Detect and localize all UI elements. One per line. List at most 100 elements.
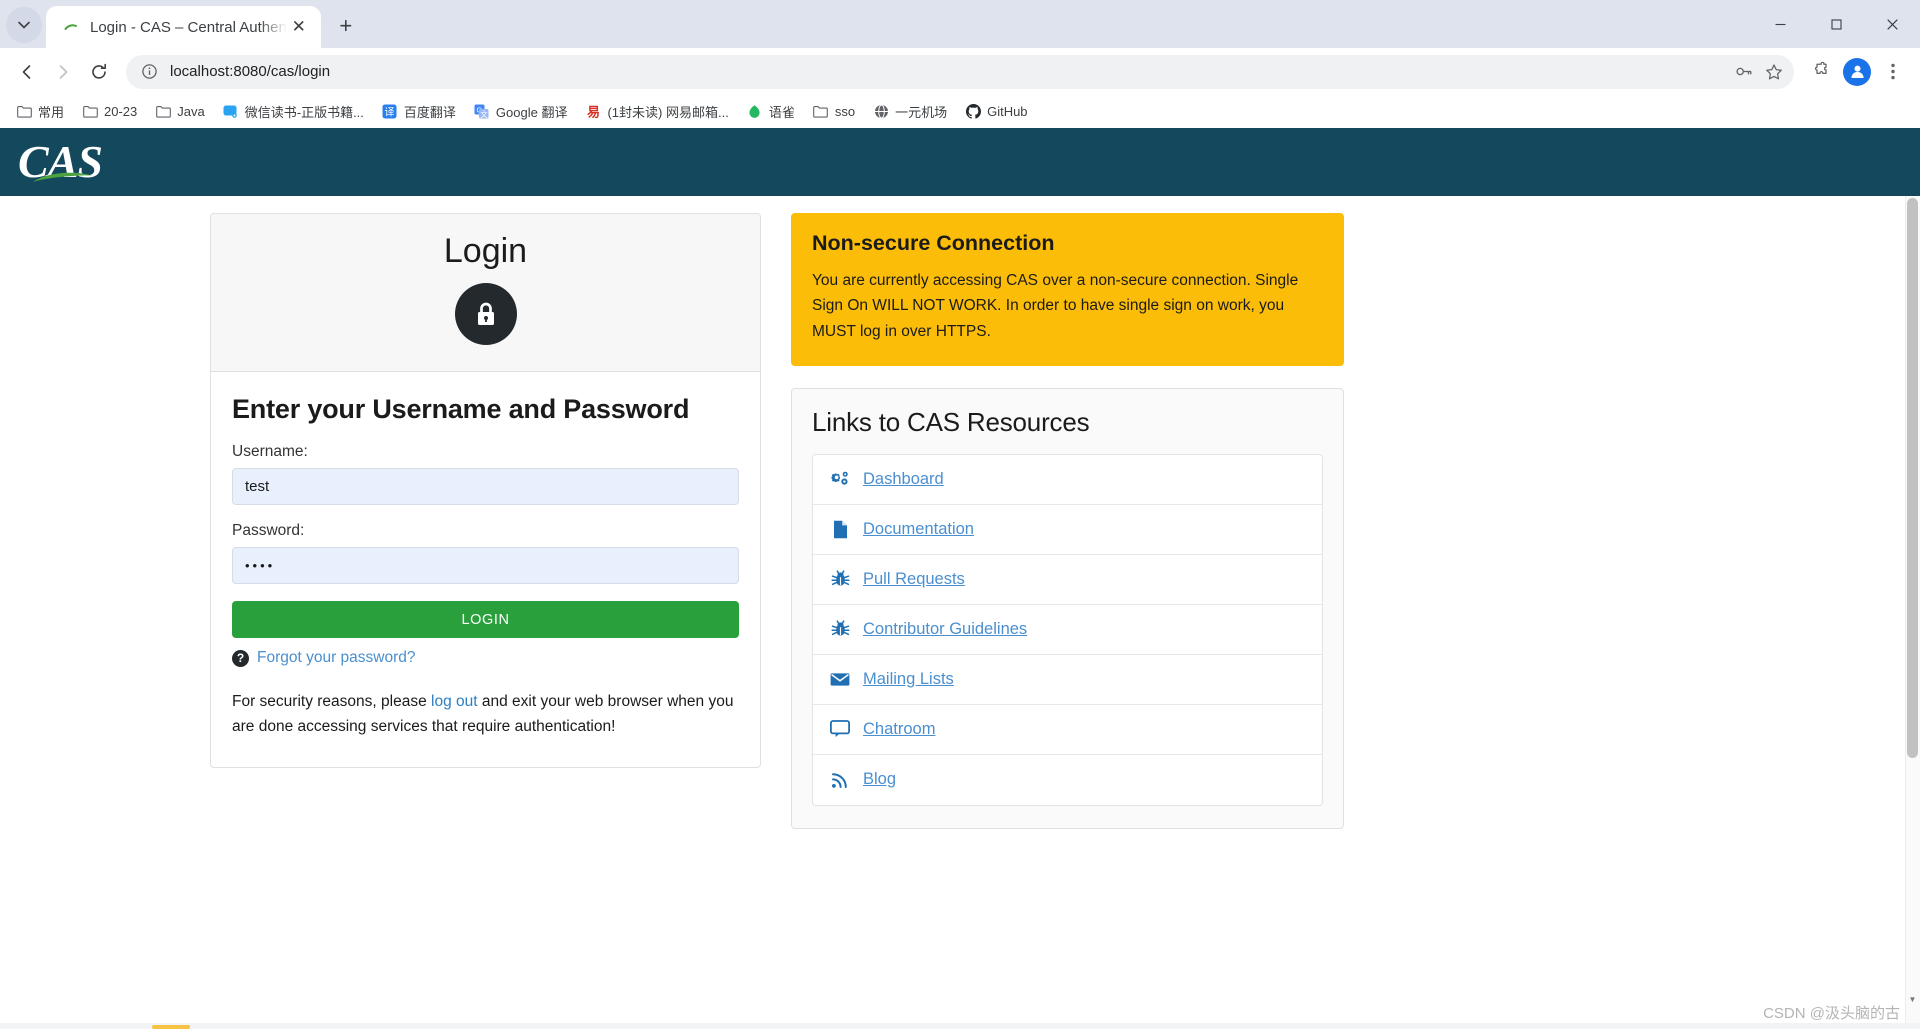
avatar xyxy=(1843,57,1871,86)
forgot-password-link[interactable]: Forgot your password? xyxy=(257,649,416,667)
question-mark-icon: ? xyxy=(232,649,249,667)
bookmark-label: GitHub xyxy=(987,103,1028,119)
browser-toolbar: localhost:8080/cas/login xyxy=(0,48,1920,95)
password-label: Password: xyxy=(232,522,305,539)
bookmark-item[interactable]: 微信读书-正版书籍... xyxy=(215,98,372,124)
forward-icon[interactable] xyxy=(46,55,80,89)
resource-label: Dashboard xyxy=(863,469,944,488)
taskbar-active-indicator xyxy=(152,1025,190,1029)
bookmark-label: Google 翻译 xyxy=(495,104,568,120)
window-close-icon[interactable] xyxy=(1864,0,1920,48)
username-input[interactable]: test xyxy=(232,468,739,505)
bookmark-item[interactable]: 易 (1封未读) 网易邮箱... xyxy=(577,98,736,124)
url-text[interactable]: localhost:8080/cas/login xyxy=(160,63,1730,80)
bookmark-label: 百度翻译 xyxy=(403,104,456,120)
bookmark-item[interactable]: 一元机场 xyxy=(865,98,955,124)
resource-link-contributor-guidelines[interactable]: Contributor Guidelines xyxy=(813,605,1322,655)
non-secure-connection-notice: Non-secure Connection You are currently … xyxy=(791,213,1344,366)
bookmark-item[interactable]: 20-23 xyxy=(74,98,145,124)
cas-logo[interactable]: CAS xyxy=(18,139,103,185)
resources-title: Links to CAS Resources xyxy=(812,406,1090,437)
notice-title: Non-secure Connection xyxy=(812,231,1055,255)
resource-link-mailing-lists[interactable]: Mailing Lists xyxy=(813,655,1322,705)
github-icon xyxy=(965,103,981,119)
browser-window: Login - CAS – Central Authen ✕ + localho… xyxy=(0,0,1920,1029)
yuque-icon xyxy=(747,103,763,119)
wechat-read-icon xyxy=(223,103,239,119)
bookmark-item[interactable]: Java xyxy=(147,98,212,124)
bookmark-item[interactable]: 常用 xyxy=(8,98,72,124)
rss-icon xyxy=(830,770,850,790)
login-button[interactable]: LOGIN xyxy=(232,601,739,638)
cas-favicon xyxy=(62,18,80,36)
folder-icon xyxy=(813,103,829,119)
puzzle-icon[interactable] xyxy=(1804,55,1838,89)
close-icon[interactable]: ✕ xyxy=(287,15,311,39)
bookmark-label: (1封未读) 网易邮箱... xyxy=(607,104,729,120)
chat-icon xyxy=(830,719,850,739)
svg-text:译: 译 xyxy=(385,106,395,118)
resource-link-documentation[interactable]: Documentation xyxy=(813,505,1322,555)
reload-icon[interactable] xyxy=(82,55,116,89)
forgot-password-row: ? Forgot your password? xyxy=(232,649,739,667)
cas-swoosh-icon xyxy=(33,172,92,182)
login-column: Login Enter your Username and Password U… xyxy=(210,213,761,1029)
three-dot-menu-icon[interactable] xyxy=(1876,55,1910,89)
bookmark-item[interactable]: 语雀 xyxy=(739,98,803,124)
resource-label: Documentation xyxy=(863,519,974,538)
profile-avatar-icon[interactable] xyxy=(1840,55,1874,89)
info-circle-icon[interactable] xyxy=(138,61,160,83)
security-note: For security reasons, please log out and… xyxy=(232,689,739,739)
lock-icon xyxy=(454,283,517,345)
username-label: Username: xyxy=(232,443,308,460)
bookmark-label: sso xyxy=(834,103,856,119)
security-note-before: For security reasons, please xyxy=(232,693,432,710)
envelope-icon xyxy=(830,669,850,689)
notice-body: You are currently accessing CAS over a n… xyxy=(812,272,1299,340)
password-input[interactable]: •••• xyxy=(232,547,739,584)
google-translate-icon: G文 xyxy=(474,103,490,119)
resource-link-chatroom[interactable]: Chatroom xyxy=(813,705,1322,755)
new-tab-button[interactable]: + xyxy=(329,9,363,43)
minimize-icon[interactable] xyxy=(1752,0,1808,48)
bug-icon xyxy=(830,569,850,589)
bug-icon xyxy=(830,619,850,639)
globe-icon xyxy=(873,103,889,119)
scroll-down-arrow[interactable]: ▼ xyxy=(1907,994,1918,1005)
bookmark-item[interactable]: GitHub xyxy=(957,98,1035,124)
watermark-text: CSDN @汲头脑的古 xyxy=(1763,1005,1900,1022)
login-form: Enter your Username and Password Usernam… xyxy=(211,372,760,767)
page-scrollbar[interactable]: ▲ ▼ xyxy=(1905,196,1920,1029)
tab-search-button[interactable] xyxy=(6,7,42,43)
resource-link-pull-requests[interactable]: Pull Requests xyxy=(813,555,1322,605)
baidu-fanyi-icon: 译 xyxy=(382,103,398,119)
star-icon[interactable] xyxy=(1760,58,1788,86)
resource-link-dashboard[interactable]: Dashboard xyxy=(813,455,1322,505)
window-controls xyxy=(1752,0,1920,48)
bookmark-item[interactable]: G文 Google 翻译 xyxy=(466,98,576,124)
resource-label: Mailing Lists xyxy=(863,669,954,688)
resource-label: Contributor Guidelines xyxy=(863,619,1028,638)
bookmark-item[interactable]: 译 百度翻译 xyxy=(374,98,464,124)
folder-icon xyxy=(16,103,32,119)
browser-tab[interactable]: Login - CAS – Central Authen ✕ xyxy=(46,6,321,48)
page-title: Login xyxy=(443,232,528,270)
address-bar[interactable]: localhost:8080/cas/login xyxy=(126,54,1794,89)
logout-link[interactable]: log out xyxy=(431,693,478,710)
maximize-icon[interactable] xyxy=(1808,0,1864,48)
bookmark-item[interactable]: sso xyxy=(805,98,863,124)
back-icon[interactable] xyxy=(10,55,44,89)
login-card-header: Login xyxy=(211,214,760,372)
resource-link-blog[interactable]: Blog xyxy=(813,755,1322,805)
svg-text:文: 文 xyxy=(481,110,489,119)
cas-site-header: CAS xyxy=(0,128,1920,196)
bookmark-label: 常用 xyxy=(38,104,65,120)
tab-strip: Login - CAS – Central Authen ✕ + xyxy=(0,0,1920,48)
page-viewport: CAS Login Enter your Username and Passwo… xyxy=(0,128,1920,1029)
file-icon xyxy=(830,519,850,539)
key-icon[interactable] xyxy=(1730,58,1758,86)
bookmarks-bar: 常用 20-23 Java 微信读书-正版书籍... 译 百度翻译 文 Goog… xyxy=(0,95,1920,128)
folder-icon xyxy=(82,103,98,119)
bookmark-label: 微信读书-正版书籍... xyxy=(244,104,364,120)
scrollbar-thumb[interactable] xyxy=(1907,198,1918,758)
